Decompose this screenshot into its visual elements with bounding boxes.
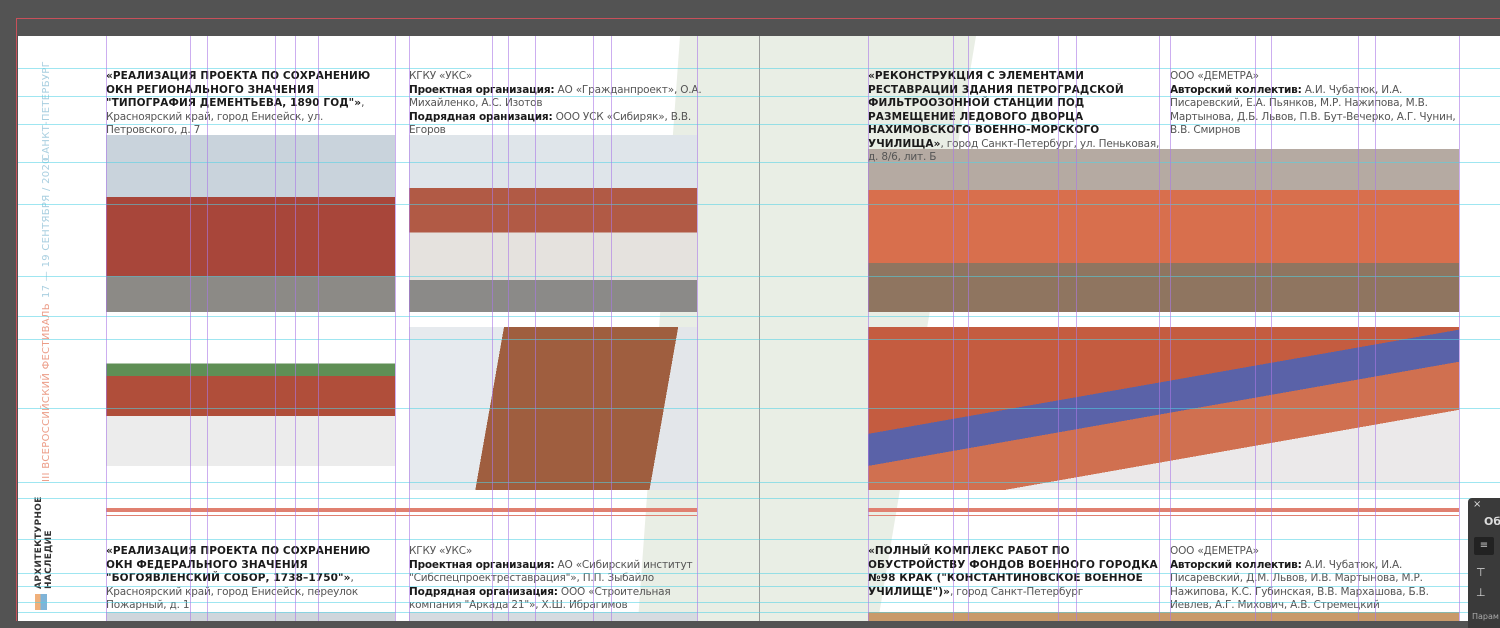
project-1-credits[interactable]: КГКУ «УКС» Проектная организация: АО «Гра…	[409, 70, 709, 138]
project-2-credits[interactable]: ООО «ДЕМЕТРА» Авторский коллектив: А.И. Ч…	[1170, 70, 1465, 138]
guide-vertical[interactable]	[953, 36, 954, 621]
guide-horizontal[interactable]	[18, 539, 1500, 540]
guide-vertical[interactable]	[1358, 36, 1359, 621]
photo-filter-station-exterior[interactable]	[868, 149, 1459, 312]
guide-vertical[interactable]	[968, 36, 969, 621]
sidebar-city: САНКТ-ПЕТЕРБУРГ	[41, 60, 52, 161]
project-title: «РЕАЛИЗАЦИЯ ПРОЕКТА ПО СОХРАНЕНИЮ ОКН РЕ…	[106, 70, 371, 109]
guide-horizontal[interactable]	[18, 339, 1500, 340]
guide-vertical[interactable]	[1170, 36, 1171, 621]
guide-horizontal[interactable]	[18, 276, 1500, 277]
guide-horizontal[interactable]	[18, 408, 1500, 409]
guide-horizontal[interactable]	[18, 573, 1500, 574]
photo-cathedral-partial-2[interactable]	[409, 612, 697, 621]
panel-title[interactable]: Об	[1484, 515, 1500, 528]
photo-cathedral-partial[interactable]	[106, 612, 395, 621]
guide-vertical[interactable]	[868, 36, 869, 621]
guide-vertical[interactable]	[1375, 36, 1376, 621]
page-bleed-line	[16, 18, 17, 621]
guide-vertical[interactable]	[508, 36, 509, 621]
project-4-heading[interactable]: «ПОЛНЫЙ КОМПЛЕКС РАБОТ ПО ОБУСТРОЙСТВУ Ф…	[868, 545, 1168, 599]
guide-vertical[interactable]	[395, 36, 396, 621]
guide-horizontal[interactable]	[18, 124, 1500, 125]
section-divider	[868, 515, 1459, 516]
guide-horizontal[interactable]	[18, 68, 1500, 69]
guide-vertical[interactable]	[207, 36, 208, 621]
project-title: «РЕАЛИЗАЦИЯ ПРОЕКТА ПО СОХРАНЕНИЮ ОКН ФЕ…	[106, 545, 371, 584]
panel-footer-label: Парам	[1472, 612, 1499, 621]
guide-vertical[interactable]	[1159, 36, 1160, 621]
guide-vertical[interactable]	[318, 36, 319, 621]
client: КГКУ «УКС»	[409, 545, 473, 557]
guide-vertical[interactable]	[1271, 36, 1272, 621]
guide-vertical[interactable]	[593, 36, 594, 621]
align-icon[interactable]: ≡	[1474, 537, 1494, 555]
guide-vertical[interactable]	[1076, 36, 1077, 621]
client: ООО «ДЕМЕТРА»	[1170, 545, 1259, 557]
guide-vertical[interactable]	[1058, 36, 1059, 621]
top-offset-icon[interactable]: ⊤	[1476, 566, 1486, 579]
guide-horizontal[interactable]	[18, 612, 1500, 613]
guide-vertical[interactable]	[106, 36, 107, 621]
guide-horizontal[interactable]	[18, 162, 1500, 163]
guide-vertical[interactable]	[1459, 36, 1460, 621]
guide-vertical[interactable]	[295, 36, 296, 621]
document-spread[interactable]: «РЕАЛИЗАЦИЯ ПРОЕКТА ПО СОХРАНЕНИЮ ОКН РЕ…	[18, 36, 1500, 621]
guide-horizontal[interactable]	[18, 586, 1500, 587]
guide-horizontal[interactable]	[18, 498, 1500, 499]
client: ООО «ДЕМЕТРА»	[1170, 70, 1259, 82]
section-divider	[868, 508, 1459, 512]
drawing-typography-facade[interactable]	[106, 341, 395, 466]
guide-vertical[interactable]	[611, 36, 612, 621]
guide-horizontal[interactable]	[18, 316, 1500, 317]
guide-horizontal[interactable]	[18, 482, 1500, 483]
project-2-heading[interactable]: «РЕКОНСТРУКЦИЯ С ЭЛЕМЕНТАМИ РЕСТАВРАЦИИ …	[868, 70, 1168, 165]
project-1-heading[interactable]: «РЕАЛИЗАЦИЯ ПРОЕКТА ПО СОХРАНЕНИЮ ОКН РЕ…	[106, 70, 396, 138]
guide-vertical[interactable]	[409, 36, 410, 621]
guide-vertical[interactable]	[492, 36, 493, 621]
sidebar-festival: III ВСЕРОССИЙСКИЙ ФЕСТИВАЛЬ	[41, 303, 52, 482]
guide-vertical[interactable]	[190, 36, 191, 621]
guide-vertical[interactable]	[535, 36, 536, 621]
section-divider	[106, 508, 697, 512]
guide-vertical[interactable]	[697, 36, 698, 621]
close-icon[interactable]: ×	[1473, 499, 1481, 510]
guide-vertical[interactable]	[1255, 36, 1256, 621]
client: КГКУ «УКС»	[409, 70, 473, 82]
guide-horizontal[interactable]	[18, 96, 1500, 97]
logo-text: АРХИТЕКТУРНОЕ НАСЛЕДИЕ	[34, 496, 54, 589]
photo-military-school-partial[interactable]	[868, 612, 1459, 621]
project-address: , город Санкт-Петербург	[950, 585, 1084, 598]
section-divider	[106, 515, 697, 516]
object-properties-panel[interactable]: × Об ≡ ⊤ ⊥ Парам	[1468, 498, 1500, 628]
page-bleed-line	[16, 18, 1500, 19]
bottom-offset-icon[interactable]: ⊥	[1476, 586, 1486, 599]
guide-vertical[interactable]	[275, 36, 276, 621]
guide-horizontal[interactable]	[18, 204, 1500, 205]
guide-horizontal[interactable]	[18, 602, 1500, 603]
